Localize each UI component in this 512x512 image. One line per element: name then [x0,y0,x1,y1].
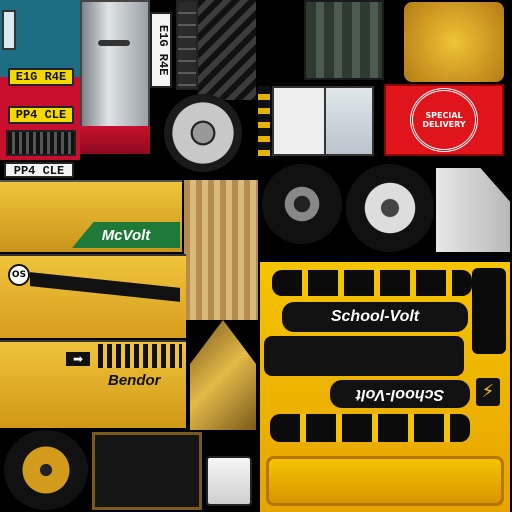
school-bus-black-panel [264,336,464,376]
school-volt-logo-bottom: School-Volt [330,380,470,408]
school-bus-rear-window [472,268,506,354]
truck-plate-side: PP4 CLE [4,162,74,178]
truck-side-vents [80,126,150,154]
truck-door-handle [98,40,130,46]
truck-headlight-left [2,10,16,50]
school-bus-window-row-top [272,270,472,296]
van-wheel-right-icon [346,164,434,252]
van-roof-strip [258,86,270,156]
crane-grille-icon [98,344,182,368]
van-windscreen [324,86,374,156]
special-delivery-text: SPECIAL DELIVERY [422,111,466,129]
truck-plate-lower: PP4 CLE [8,106,74,124]
van-side-profile [436,168,510,252]
school-bus-window-row-bottom [270,414,470,442]
lightning-icon: ⚡ [476,378,500,406]
crane-mirror [206,456,252,506]
bendor-logo: Bendor [108,372,161,389]
arrow-icon: ➡ [66,352,90,366]
truck-grille-icon [6,130,76,156]
crane-wheel-icon [4,430,88,510]
tyre-tread-texture [198,0,256,100]
truck-wheel-icon [164,94,242,172]
van-rust-panel [404,2,504,82]
van-tread-plate [304,0,384,80]
van-wheel-left-icon [262,164,342,244]
special-delivery-seal-icon: SPECIAL DELIVERY [410,88,478,152]
crane-bucket-teeth [190,320,256,430]
truck-bumper-right [176,0,198,90]
school-bus-bumper [266,456,504,506]
crane-wood-panel [184,180,258,320]
truck-plate-vertical: E1G R4E [150,12,172,88]
os-sticker: OS [8,264,30,286]
truck-plate-front: E1G R4E [8,68,74,86]
school-volt-logo-top: School-Volt [282,302,468,332]
crane-cab-window [92,432,202,510]
